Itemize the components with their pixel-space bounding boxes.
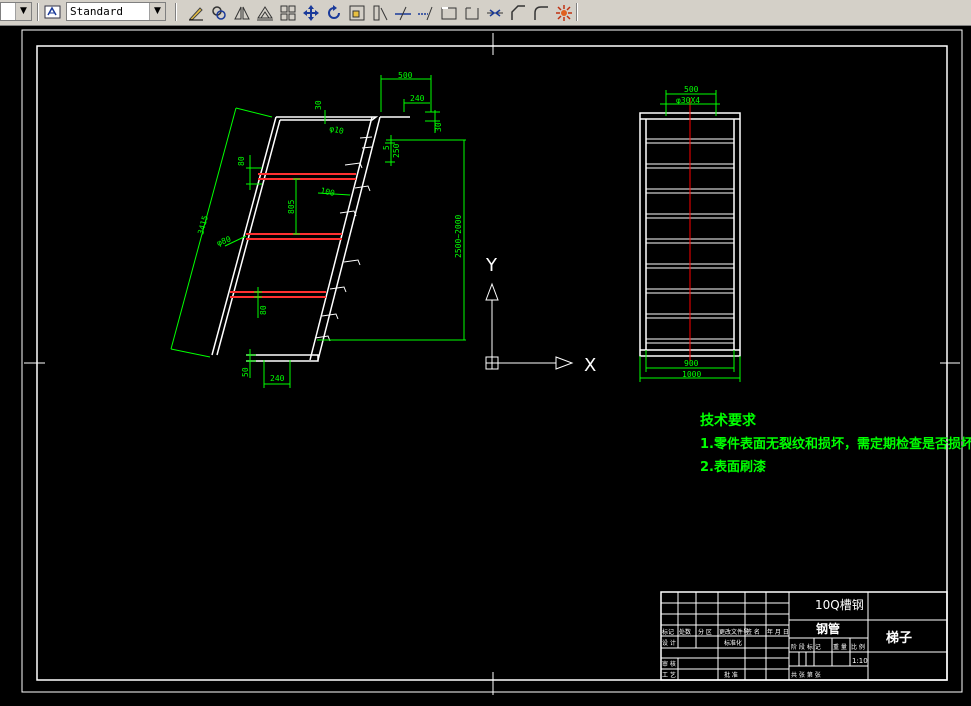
dim-phi10: φ10 <box>329 124 345 136</box>
tb-label-ratio: 比 例 <box>851 643 865 651</box>
tb-label-process: 工 艺 <box>662 671 676 679</box>
front-dim-1000: 1000 <box>682 370 701 379</box>
dim-phi80: φ80 <box>216 234 233 247</box>
toolbar-separator <box>576 3 578 21</box>
front-dim-900: 900 <box>684 359 699 368</box>
rotate-icon[interactable] <box>322 2 345 23</box>
dim-3415: 3415 <box>196 214 210 235</box>
notes-line-1: 1.零件表面无裂纹和损坏，需定期检查是否损坏 <box>700 436 971 452</box>
axis-x-label: X <box>584 355 596 376</box>
trim-icon[interactable] <box>391 2 414 23</box>
front-dim-500: 500 <box>684 85 699 94</box>
toolbar: ▼ Standard ▼ <box>0 0 971 26</box>
toolbar-separator <box>175 3 177 21</box>
tb-label-mark: 标记 <box>662 628 674 636</box>
dim-240-top: 240 <box>410 94 425 103</box>
dim-2500-2000: 2500~2000 <box>454 214 463 258</box>
dim-240-bottom: 240 <box>270 374 285 383</box>
front-dim-pipe: φ30X4 <box>676 96 700 105</box>
pencil-icon[interactable] <box>184 2 207 23</box>
dim-500-side: 500 <box>398 71 413 80</box>
front-view: 500 φ30X4 900 1000 <box>639 85 741 382</box>
part-name: 梯子 <box>886 630 912 646</box>
text-style-icon <box>44 5 61 19</box>
tb-label-date: 年 月 日 <box>767 628 789 636</box>
chamfer-icon[interactable] <box>483 2 506 23</box>
tb-label-standard: 标准化 <box>724 639 742 647</box>
break-icon[interactable] <box>437 2 460 23</box>
explode-tool-icon[interactable] <box>552 2 575 23</box>
tb-label-count: 处数 <box>679 628 691 636</box>
text-style-button[interactable] <box>43 3 63 21</box>
mirror-icon[interactable] <box>230 2 253 23</box>
toolbar-separator <box>37 3 39 21</box>
grid-icon[interactable] <box>276 2 299 23</box>
array-icon[interactable] <box>253 2 276 23</box>
tb-label-design: 设 计 <box>662 639 676 647</box>
tb-label-sheet: 共 张 第 张 <box>791 671 821 679</box>
dim-80-low: 80 <box>259 305 268 315</box>
scale-value: 1:10 <box>852 657 868 665</box>
dim-80-top: 80 <box>237 156 246 166</box>
material-2: 钢管 <box>816 621 840 636</box>
dim-30-right: 30 <box>434 122 443 132</box>
stretch-icon[interactable] <box>368 2 391 23</box>
modify-toolbar <box>184 2 552 23</box>
dim-100: 100 <box>320 186 336 198</box>
explode-icon[interactable] <box>529 2 552 23</box>
extend-icon[interactable] <box>414 2 437 23</box>
layer-dropdown[interactable]: ▼ <box>0 2 32 21</box>
dim-805: 805 <box>287 199 296 214</box>
side-view: 500 240 30 30 φ10 5 250 80 100 805 φ80 3… <box>170 71 466 388</box>
tb-label-weight: 重 量 <box>833 643 847 651</box>
dim-30-left: 30 <box>314 100 323 110</box>
title-block: 10Q槽钢 钢管 梯子 1:10 标记 处数 分 区 更改文件号 签 名 年 月… <box>660 591 948 681</box>
dim-250: 250 <box>392 143 401 158</box>
tb-label-sign: 签 名 <box>746 628 760 636</box>
drawing-canvas[interactable]: 500 240 30 30 φ10 5 250 80 100 805 φ80 3… <box>0 26 971 702</box>
move-icon[interactable] <box>299 2 322 23</box>
scale-icon[interactable] <box>345 2 368 23</box>
material-1: 10Q槽钢 <box>815 598 864 612</box>
dim-50: 50 <box>241 367 250 377</box>
technical-notes: 技术要求 1.零件表面无裂纹和损坏，需定期检查是否损坏 2.表面刷漆 <box>700 412 971 475</box>
text-style-value: Standard <box>70 5 123 18</box>
axis-y-label: Y <box>485 255 498 276</box>
notes-line-2: 2.表面刷漆 <box>700 459 766 475</box>
fillet-icon[interactable] <box>506 2 529 23</box>
tb-label-approve: 批 准 <box>724 671 738 679</box>
chevron-down-icon[interactable]: ▼ <box>149 3 165 20</box>
tb-label-review: 审 核 <box>662 660 676 668</box>
join-icon[interactable] <box>460 2 483 23</box>
tb-label-zone: 分 区 <box>698 628 712 636</box>
text-style-dropdown[interactable]: Standard ▼ <box>66 2 166 21</box>
ucs-icon: Y X <box>485 255 596 376</box>
offset-icon[interactable] <box>207 2 230 23</box>
tb-label-stage: 阶 段 标 记 <box>791 643 821 651</box>
notes-heading: 技术要求 <box>700 412 757 429</box>
chevron-down-icon[interactable]: ▼ <box>15 3 31 20</box>
tb-label-change: 更改文件号 <box>719 628 749 636</box>
dim-5: 5 <box>382 145 391 150</box>
